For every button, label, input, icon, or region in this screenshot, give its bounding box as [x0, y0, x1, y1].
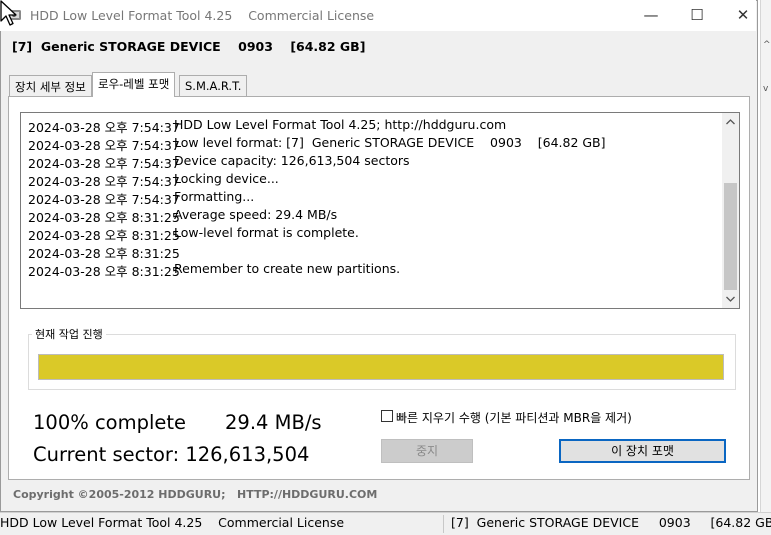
log-message: Device capacity: 126,613,504 sectors	[174, 153, 410, 168]
window-title: HDD Low Level Format Tool 4.25 Commercia…	[30, 8, 374, 23]
format-device-button[interactable]: 이 장치 포맷	[559, 439, 726, 463]
log-time: 2024-03-28 오후 7:54:37	[28, 120, 180, 135]
progress-fill	[39, 355, 723, 379]
progress-group-label: 현재 작업 진행	[32, 326, 106, 342]
tab-label: 로우-레벨 포맷	[98, 77, 170, 91]
log-message: Locking device...	[174, 171, 279, 186]
chevron-down-icon: v	[763, 84, 769, 94]
log-message: Remember to create new partitions.	[174, 261, 401, 276]
tab-device-details[interactable]: 장치 세부 정보	[9, 75, 92, 96]
status-bar: HDD Low Level Format Tool 4.25 Commercia…	[0, 512, 771, 535]
title-bar[interactable]: HDD Low Level Format Tool 4.25 Commercia…	[0, 0, 756, 31]
close-button[interactable]: ✕	[720, 0, 766, 31]
background-window-edge: ^ v	[760, 0, 771, 535]
log-time: 2024-03-28 오후 8:31:25	[28, 210, 180, 225]
copyright-text: Copyright ©2005-2012 HDDGURU; HTTP://HDD…	[13, 488, 378, 501]
window-title-license: Commercial License	[248, 8, 375, 23]
log-time: 2024-03-28 오후 8:31:25	[28, 264, 180, 279]
status-separator	[443, 515, 444, 533]
percent-complete: 100% complete	[33, 411, 187, 434]
quick-wipe-checkbox[interactable]	[381, 410, 393, 422]
tab-low-level-format[interactable]: 로우-레벨 포맷	[92, 72, 176, 97]
maximize-button[interactable]: ☐	[674, 0, 720, 31]
tab-label: S.M.A.R.T.	[185, 79, 242, 93]
current-sector: Current sector: 126,613,504	[33, 443, 310, 466]
status-app: HDD Low Level Format Tool 4.25 Commercia…	[0, 515, 345, 530]
progress-bar	[38, 354, 724, 380]
chevron-up-icon: ^	[763, 40, 771, 50]
stop-button[interactable]: 중지	[381, 439, 473, 463]
mouse-cursor-icon	[0, 0, 17, 26]
scroll-up-icon[interactable]	[722, 116, 739, 128]
status-device: [7] Generic STORAGE DEVICE 0903 [64.82 G…	[451, 515, 771, 530]
close-icon: ✕	[736, 6, 750, 24]
log-scrollbar[interactable]	[722, 113, 739, 308]
log-time: 2024-03-28 오후 8:31:25	[28, 228, 180, 243]
quick-wipe-label[interactable]: 빠른 지우기 수행 (기본 파티션과 MBR을 제거)	[396, 409, 632, 426]
minimize-button[interactable]: —	[628, 0, 674, 31]
tab-label: 장치 세부 정보	[15, 80, 86, 94]
log-time: 2024-03-28 오후 7:54:37	[28, 156, 180, 171]
log-listbox[interactable]: 2024-03-28 오후 7:54:37 HDD Low Level Forma…	[20, 112, 740, 309]
maximize-icon: ☐	[690, 6, 704, 24]
log-message: HDD Low Level Format Tool 4.25; http://h…	[174, 117, 507, 132]
log-time: 2024-03-28 오후 7:54:37	[28, 174, 180, 189]
log-time: 2024-03-28 오후 7:54:37	[28, 192, 180, 207]
log-message: Low-level format is complete.	[174, 225, 359, 240]
log-message: Average speed: 29.4 MB/s	[174, 207, 338, 222]
device-header: [7] Generic STORAGE DEVICE 0903 [64.82 G…	[12, 39, 366, 54]
tab-smart[interactable]: S.M.A.R.T.	[179, 75, 248, 96]
log-message: Low level format: [7] Generic STORAGE DE…	[174, 135, 606, 150]
scroll-down-icon[interactable]	[722, 293, 739, 305]
minimize-icon: —	[643, 6, 659, 24]
log-time: 2024-03-28 오후 8:31:25	[28, 246, 180, 261]
speed-readout: 29.4 MB/s	[225, 411, 322, 434]
log-message: Formatting...	[174, 189, 255, 204]
log-time: 2024-03-28 오후 7:54:37	[28, 138, 180, 153]
window-title-app: HDD Low Level Format Tool 4.25	[30, 8, 233, 23]
scroll-thumb[interactable]	[724, 183, 737, 290]
